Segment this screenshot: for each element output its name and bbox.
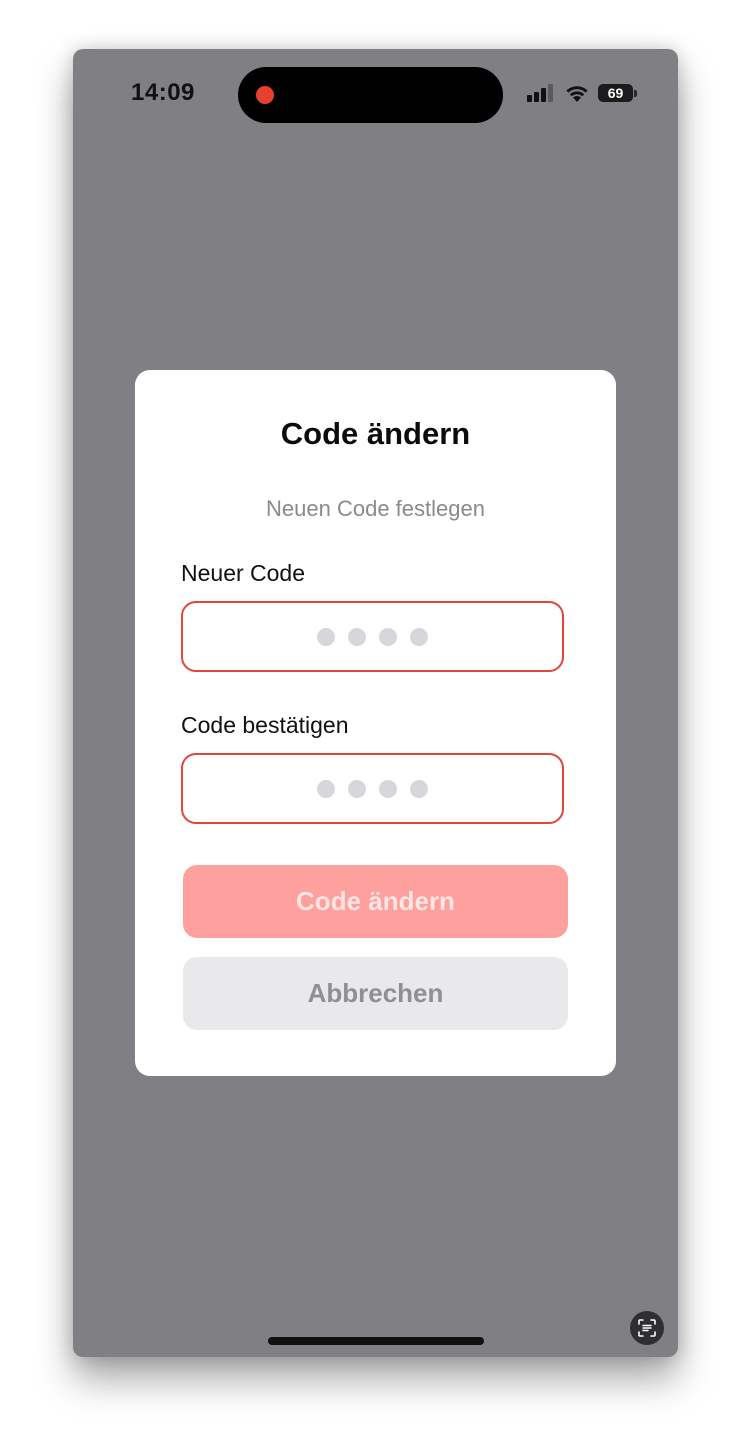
battery-tip [634, 89, 637, 97]
status-icons: 69 [526, 83, 637, 102]
confirm-code-field[interactable] [181, 753, 564, 824]
scan-text-button[interactable] [630, 1311, 664, 1345]
pin-dot [410, 627, 428, 646]
battery-icon: 69 [598, 83, 637, 102]
signal-icon [527, 83, 553, 102]
scan-text-icon [638, 1319, 656, 1337]
wifi-icon [566, 86, 588, 102]
battery-level: 69 [607, 84, 624, 101]
confirm-code-label: Code bestätigen [181, 712, 349, 738]
page: 14:09 69 Code ändern Neuen Code festlege… [0, 0, 750, 1453]
pin-dot [379, 627, 397, 646]
new-code-label: Neuer Code [181, 560, 306, 586]
dialog-title: Code ändern [280, 416, 471, 451]
phone-screen: 14:09 69 Code ändern Neuen Code festlege… [73, 49, 678, 1357]
pin-dot [317, 627, 335, 646]
status-time: 14:09 [131, 79, 195, 106]
new-code-field[interactable] [181, 601, 564, 672]
recording-indicator-icon [256, 86, 274, 104]
pin-dot [410, 779, 428, 798]
pin-dot [348, 779, 366, 798]
change-code-dialog: Code ändern Neuen Code festlegen Neuer C… [135, 370, 616, 1076]
pin-dot [379, 779, 397, 798]
dynamic-island [238, 67, 503, 123]
pin-dot [317, 779, 335, 798]
cancel-button[interactable]: Abbrechen [183, 957, 568, 1030]
dialog-subtitle: Neuen Code festlegen [266, 496, 485, 521]
change-code-button[interactable]: Code ändern [183, 865, 568, 938]
home-indicator[interactable] [268, 1337, 484, 1345]
pin-dot [348, 627, 366, 646]
